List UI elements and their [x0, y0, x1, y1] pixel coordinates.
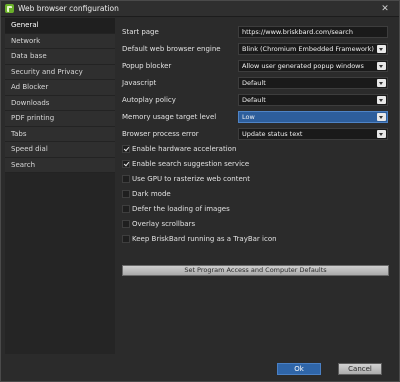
javascript-value: Default	[242, 79, 266, 87]
start-page-row: Start page https://www.briskbard.com/sea…	[122, 25, 392, 42]
defer-images-option[interactable]: Defer the loading of images	[122, 203, 392, 218]
set-program-defaults-button[interactable]: Set Program Access and Computer Defaults	[122, 265, 389, 276]
process-error-value: Update status text	[242, 130, 303, 138]
cancel-button[interactable]: Cancel	[338, 363, 382, 375]
overlay-scrollbars-label[interactable]: Overlay scrollbars	[132, 220, 195, 228]
sidebar-item-security-privacy[interactable]: Security and Privacy	[5, 64, 115, 80]
memory-row: Memory usage target level Low	[122, 110, 392, 127]
title-bar[interactable]: Web browser configuration ✕	[1, 1, 399, 17]
popup-row: Popup blocker Allow user generated popup…	[122, 59, 392, 76]
process-error-row: Browser process error Update status text	[122, 127, 392, 144]
engine-label: Default web browser engine	[122, 45, 221, 53]
chevron-down-icon[interactable]	[377, 62, 386, 70]
general-settings-panel: Start page https://www.briskbard.com/sea…	[122, 25, 392, 144]
memory-select[interactable]: Low	[238, 111, 388, 123]
autoplay-value: Default	[242, 96, 266, 104]
settings-sidebar: General Network Data base Security and P…	[5, 18, 115, 354]
engine-select[interactable]: Blink (Chromium Embedded Framework)	[238, 43, 388, 55]
memory-label: Memory usage target level	[122, 113, 217, 121]
autoplay-select[interactable]: Default	[238, 94, 388, 106]
hardware-acceleration-checkbox[interactable]	[122, 145, 130, 153]
chevron-down-icon[interactable]	[377, 96, 386, 104]
gpu-rasterize-option[interactable]: Use GPU to rasterize web content	[122, 173, 392, 188]
start-page-input[interactable]: https://www.briskbard.com/search	[238, 26, 388, 38]
gpu-rasterize-checkbox[interactable]	[122, 175, 130, 183]
window-title: Web browser configuration	[18, 4, 119, 13]
sidebar-item-data-base[interactable]: Data base	[5, 49, 115, 65]
engine-row: Default web browser engine Blink (Chromi…	[122, 42, 392, 59]
sidebar-item-tabs[interactable]: Tabs	[5, 126, 115, 142]
popup-label: Popup blocker	[122, 62, 172, 70]
sidebar-item-speed-dial[interactable]: Speed dial	[5, 142, 115, 158]
sidebar-item-pdf-printing[interactable]: PDF printing	[5, 111, 115, 127]
chevron-down-icon[interactable]	[377, 130, 386, 138]
defer-images-label[interactable]: Defer the loading of images	[132, 205, 230, 213]
autoplay-row: Autoplay policy Default	[122, 93, 392, 110]
sidebar-item-network[interactable]: Network	[5, 33, 115, 49]
dark-mode-label[interactable]: Dark mode	[132, 190, 171, 198]
engine-value: Blink (Chromium Embedded Framework)	[242, 45, 374, 53]
javascript-label: Javascript	[122, 79, 157, 87]
traybar-checkbox[interactable]	[122, 235, 130, 243]
process-error-select[interactable]: Update status text	[238, 128, 388, 140]
defer-images-checkbox[interactable]	[122, 205, 130, 213]
process-error-label: Browser process error	[122, 130, 199, 138]
start-page-value: https://www.briskbard.com/search	[242, 28, 353, 36]
search-suggestion-label[interactable]: Enable search suggestion service	[132, 160, 249, 168]
popup-select[interactable]: Allow user generated popup windows	[238, 60, 388, 72]
dark-mode-option[interactable]: Dark mode	[122, 188, 392, 203]
close-icon[interactable]: ✕	[380, 4, 390, 14]
memory-value: Low	[242, 113, 255, 121]
ok-button[interactable]: Ok	[277, 363, 321, 375]
hardware-acceleration-option[interactable]: Enable hardware acceleration	[122, 143, 392, 158]
autoplay-label: Autoplay policy	[122, 96, 176, 104]
chevron-down-icon[interactable]	[377, 79, 386, 87]
overlay-scrollbars-option[interactable]: Overlay scrollbars	[122, 218, 392, 233]
hardware-acceleration-label[interactable]: Enable hardware acceleration	[132, 145, 236, 153]
configuration-window: Web browser configuration ✕ General Netw…	[0, 0, 400, 382]
gpu-rasterize-label[interactable]: Use GPU to rasterize web content	[132, 175, 250, 183]
traybar-label[interactable]: Keep BriskBard running as a TrayBar icon	[132, 235, 277, 243]
sidebar-item-ad-blocker[interactable]: Ad Blocker	[5, 80, 115, 96]
chevron-down-icon[interactable]	[377, 45, 386, 53]
sidebar-item-downloads[interactable]: Downloads	[5, 95, 115, 111]
sidebar-item-search[interactable]: Search	[5, 157, 115, 173]
popup-value: Allow user generated popup windows	[242, 62, 364, 70]
briskbard-logo-icon	[5, 4, 14, 13]
search-suggestion-checkbox[interactable]	[122, 160, 130, 168]
javascript-select[interactable]: Default	[238, 77, 388, 89]
chevron-down-icon[interactable]	[377, 113, 386, 121]
overlay-scrollbars-checkbox[interactable]	[122, 220, 130, 228]
search-suggestion-option[interactable]: Enable search suggestion service	[122, 158, 392, 173]
dark-mode-checkbox[interactable]	[122, 190, 130, 198]
traybar-option[interactable]: Keep BriskBard running as a TrayBar icon	[122, 233, 392, 248]
start-page-label: Start page	[122, 28, 159, 36]
options-checklist: Enable hardware acceleration Enable sear…	[122, 143, 392, 248]
javascript-row: Javascript Default	[122, 76, 392, 93]
sidebar-item-general[interactable]: General	[5, 18, 115, 34]
